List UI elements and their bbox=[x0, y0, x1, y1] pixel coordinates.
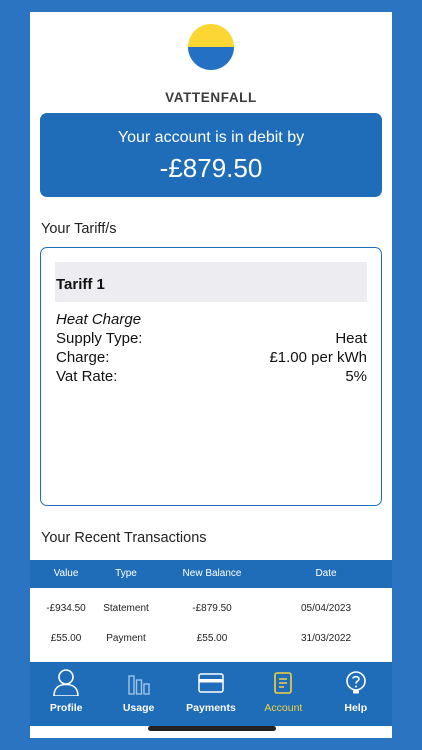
tariff-details: Heat Charge Supply Type: Heat Charge: £1… bbox=[56, 310, 367, 386]
balance-message: Your account is in debit by bbox=[117, 129, 305, 146]
cell-date: 05/04/2023 bbox=[300, 603, 352, 614]
tariff-row-value: Heat bbox=[335, 330, 367, 347]
cell-value: -£934.50 bbox=[46, 603, 86, 614]
tab-payments[interactable]: Payments bbox=[175, 662, 247, 726]
tab-profile[interactable]: Profile bbox=[30, 662, 102, 726]
tab-label: Account bbox=[264, 702, 303, 714]
tab-label: Help bbox=[344, 702, 368, 714]
home-indicator[interactable] bbox=[148, 726, 276, 731]
cell-date: 31/03/2022 bbox=[300, 633, 352, 644]
tariff-row-value: £1.00 per kWh bbox=[269, 349, 367, 366]
account-balance-card: Your account is in debit by -£879.50 bbox=[40, 113, 382, 197]
transactions-section-title: Your Recent Transactions bbox=[41, 530, 207, 546]
cell-new-balance: £55.00 bbox=[196, 633, 228, 644]
cell-value: £55.00 bbox=[50, 633, 82, 644]
profile-icon bbox=[30, 668, 102, 696]
transactions-table-header: Value Type New Balance Date bbox=[30, 560, 392, 588]
tariff-card: Tariff 1 Heat Charge Supply Type: Heat C… bbox=[40, 247, 382, 506]
vattenfall-logo: VATTENFALL bbox=[30, 24, 392, 108]
tariff-row-label: Charge: bbox=[56, 349, 110, 366]
tariff-row-label: Vat Rate: bbox=[56, 368, 118, 385]
brand-name: VATTENFALL bbox=[165, 90, 257, 105]
tariff-row-value: 5% bbox=[345, 368, 367, 385]
column-header-new-balance: New Balance bbox=[182, 568, 242, 579]
column-header-date: Date bbox=[315, 568, 337, 579]
tariff-row-charge: Charge: £1.00 per kWh bbox=[56, 348, 367, 367]
tab-usage[interactable]: Usage bbox=[102, 662, 174, 726]
balance-amount: -£879.50 bbox=[159, 153, 263, 183]
column-header-value: Value bbox=[53, 568, 79, 579]
table-row[interactable]: -£934.50 Statement -£879.50 05/04/2023 bbox=[30, 595, 392, 623]
tariff-heading: Tariff 1 bbox=[55, 262, 367, 302]
logo-circle-icon bbox=[188, 24, 234, 70]
table-row[interactable]: £55.00 Payment £55.00 31/03/2022 bbox=[30, 625, 392, 653]
tariff-row-label: Supply Type: bbox=[56, 330, 143, 347]
account-icon bbox=[247, 668, 319, 696]
tariffs-section-title: Your Tariff/s bbox=[41, 221, 117, 237]
tariff-row-vat-rate: Vat Rate: 5% bbox=[56, 367, 367, 386]
column-header-type: Type bbox=[115, 568, 137, 579]
cell-type: Payment bbox=[106, 633, 146, 644]
card-icon bbox=[175, 668, 247, 696]
tab-label: Payments bbox=[186, 702, 236, 714]
cell-new-balance: -£879.50 bbox=[192, 603, 232, 614]
tab-label: Profile bbox=[49, 702, 83, 714]
bottom-tab-bar: Profile Usage Payments Account Help bbox=[30, 662, 392, 726]
app-screen: VATTENFALL Your account is in debit by -… bbox=[30, 12, 392, 738]
tariff-row-supply-type: Supply Type: Heat bbox=[56, 329, 367, 348]
usage-icon bbox=[102, 668, 174, 696]
cell-type: Statement bbox=[103, 603, 149, 614]
tariff-name: Heat Charge bbox=[56, 311, 142, 328]
help-icon bbox=[320, 668, 392, 696]
tab-help[interactable]: Help bbox=[320, 662, 392, 726]
tab-account[interactable]: Account bbox=[247, 662, 319, 726]
tab-label: Usage bbox=[122, 702, 155, 714]
